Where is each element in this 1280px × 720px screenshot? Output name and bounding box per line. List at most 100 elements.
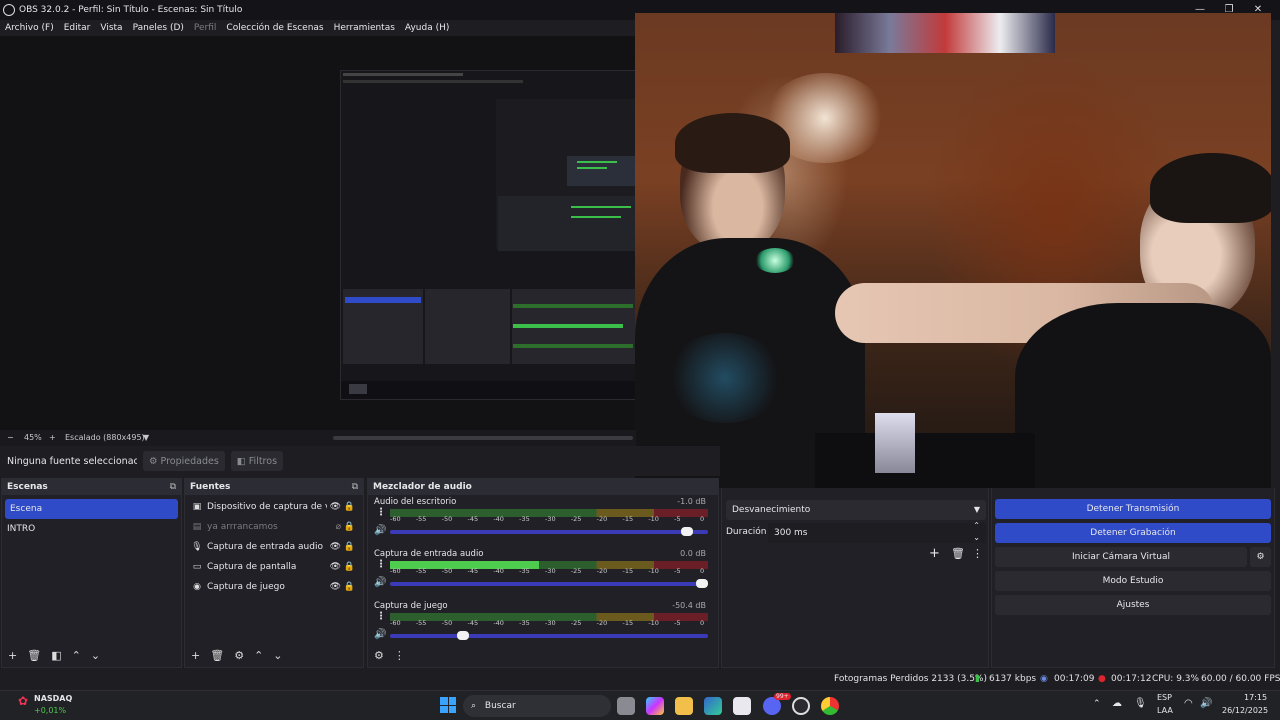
scene-item-escena[interactable]: Escena xyxy=(5,499,178,519)
camera-icon: ▣ xyxy=(192,502,202,512)
cloud-icon[interactable]: ☁ xyxy=(1112,698,1122,709)
stock-widget-icon[interactable]: ✿ xyxy=(18,694,28,708)
preview-scrollbar[interactable] xyxy=(333,436,633,440)
channel-menu-icon[interactable]: ⋮ xyxy=(376,559,386,570)
menu-coleccion-escenas[interactable]: Colección de Escenas xyxy=(221,20,328,36)
scaling-dropdown-icon[interactable]: ▼ xyxy=(143,430,149,446)
scene-item-intro[interactable]: INTRO xyxy=(2,519,181,539)
language-indicator[interactable]: ESP xyxy=(1157,693,1172,702)
stop-streaming-button[interactable]: Detener Transmisión xyxy=(995,499,1271,519)
source-item[interactable]: ▤ ya arrrancamos ⌀ 🔒 xyxy=(185,517,363,537)
speaker-icon[interactable]: 🔊 xyxy=(374,629,386,640)
meter-tick-label: -55 xyxy=(415,619,427,627)
store-icon[interactable] xyxy=(733,697,751,715)
start-virtual-camera-button[interactable]: Iniciar Cámara Virtual xyxy=(995,547,1247,567)
duration-label: Duración xyxy=(726,527,767,537)
properties-button[interactable]: ⚙ Propiedades xyxy=(143,451,225,471)
sources-title: Fuentes xyxy=(190,482,231,492)
channel-menu-icon[interactable]: ⋮ xyxy=(376,611,386,622)
lock-icon[interactable]: 🔒 xyxy=(344,582,355,592)
task-view-icon[interactable] xyxy=(617,697,635,715)
gamepad-icon: ◉ xyxy=(193,582,201,592)
source-item[interactable]: ▭ Captura de pantalla 👁 🔒 xyxy=(185,557,363,577)
volume-slider[interactable] xyxy=(390,582,708,586)
move-down-icon[interactable]: ⌄ xyxy=(91,649,100,662)
tray-overflow-icon[interactable]: ⌃ xyxy=(1093,699,1101,709)
duration-stepper-icon[interactable]: ⌃ ⌄ xyxy=(973,520,980,544)
move-up-icon[interactable]: ⌃ xyxy=(72,649,81,662)
volume-slider[interactable] xyxy=(390,530,708,534)
move-down-icon[interactable]: ⌄ xyxy=(273,649,282,662)
edge-browser-icon[interactable] xyxy=(704,697,722,715)
speaker-icon[interactable]: 🔊 xyxy=(374,525,386,536)
eye-icon[interactable]: 👁 xyxy=(330,582,341,592)
microphone-tray-icon[interactable]: 🎙 xyxy=(1134,698,1147,709)
menu-perfil[interactable]: Perfil xyxy=(189,20,222,36)
lock-icon[interactable]: 🔒 xyxy=(344,522,355,532)
studio-mode-button[interactable]: Modo Estudio xyxy=(995,571,1271,591)
meter-tick-label: -60 xyxy=(390,515,401,523)
volume-slider[interactable] xyxy=(390,634,708,638)
menu-herramientas[interactable]: Herramientas xyxy=(329,20,400,36)
ticker-name[interactable]: NASDAQ xyxy=(34,694,72,703)
volume-slider-handle[interactable] xyxy=(680,527,693,536)
volume-icon[interactable]: 🔊 xyxy=(1200,698,1212,709)
channel-name: Audio del escritorio xyxy=(374,497,457,507)
advanced-audio-icon[interactable]: ⚙ xyxy=(374,649,384,662)
duration-field[interactable]: 300 ms ⌃ ⌄ xyxy=(768,520,986,544)
eye-icon[interactable]: 👁 xyxy=(330,542,341,552)
remove-transition-icon[interactable]: 🗑 xyxy=(951,547,965,560)
channel-menu-icon[interactable]: ⋮ xyxy=(376,507,386,518)
source-settings-icon[interactable]: ⚙ xyxy=(234,649,244,662)
windows-start-icon[interactable] xyxy=(440,697,456,713)
stop-recording-button[interactable]: Detener Grabación xyxy=(995,523,1271,543)
source-item[interactable]: 🎙 Captura de entrada audio 👁 🔒 xyxy=(185,537,363,557)
menu-ayuda[interactable]: Ayuda (H) xyxy=(400,20,454,36)
speaker-icon[interactable]: 🔊 xyxy=(374,577,386,588)
scaling-label: Escalado (880x495) xyxy=(65,433,145,442)
undock-icon[interactable]: ⧉ xyxy=(352,479,358,495)
scene-filters-icon[interactable]: ◧ xyxy=(51,649,61,662)
remove-scene-icon[interactable]: 🗑 xyxy=(27,649,41,662)
zoom-in-button[interactable]: + xyxy=(49,430,56,446)
meter-tick-label: -35 xyxy=(519,567,530,575)
filters-button[interactable]: ◧ Filtros xyxy=(230,451,284,471)
chrome-icon[interactable] xyxy=(821,697,839,715)
source-item[interactable]: ▣Dispositivo de captura de vide👁🔒 xyxy=(185,497,363,517)
eye-icon[interactable]: 👁 xyxy=(330,562,341,572)
settings-button[interactable]: Ajustes xyxy=(995,595,1271,615)
mixer-channels: Audio del escritorio -1.0 dB ⋮ 🔊 -60 -55 -50 -4… xyxy=(368,495,718,651)
remove-source-icon[interactable]: 🗑 xyxy=(210,649,224,662)
volume-slider-handle[interactable] xyxy=(696,579,708,588)
volume-slider-handle[interactable] xyxy=(457,631,470,640)
transition-type-dropdown[interactable]: Desvanecimiento ▼ xyxy=(726,500,986,520)
add-source-icon[interactable]: + xyxy=(191,649,200,662)
add-scene-icon[interactable]: + xyxy=(8,649,17,662)
clock-time[interactable]: 17:15 xyxy=(1244,693,1267,702)
eye-hidden-icon[interactable]: ⌀ xyxy=(336,522,341,532)
meter-tick-label: -15 xyxy=(622,515,634,523)
undock-icon[interactable]: ⧉ xyxy=(170,479,176,495)
file-explorer-icon[interactable] xyxy=(675,697,693,715)
meter-tick-label: 0 xyxy=(700,619,705,627)
eye-icon[interactable]: 👁 xyxy=(330,502,341,512)
virtual-camera-settings-icon[interactable]: ⚙ xyxy=(1250,547,1271,567)
lock-icon[interactable]: 🔒 xyxy=(344,502,355,512)
menu-editar[interactable]: Editar xyxy=(59,20,96,36)
source-item[interactable]: ◉ Captura de juego 👁 🔒 xyxy=(185,577,363,597)
lock-icon[interactable]: 🔒 xyxy=(344,562,355,572)
transition-menu-icon[interactable]: ⋮ xyxy=(972,547,983,560)
taskbar-search[interactable]: ⌕ Buscar xyxy=(463,695,611,717)
copilot-icon[interactable] xyxy=(646,697,664,715)
obs-taskbar-icon[interactable] xyxy=(792,697,810,715)
zoom-out-button[interactable]: − xyxy=(7,430,14,446)
move-up-icon[interactable]: ⌃ xyxy=(254,649,263,662)
mixer-menu-icon[interactable]: ⋮ xyxy=(394,649,405,662)
wifi-icon[interactable]: ◠ xyxy=(1184,698,1193,709)
menu-paneles[interactable]: Paneles (D) xyxy=(128,20,189,36)
scenes-toolbar: + 🗑 ◧ ⌃ ⌄ xyxy=(2,643,181,667)
menu-archivo[interactable]: Archivo (F) xyxy=(0,20,59,36)
lock-icon[interactable]: 🔒 xyxy=(344,542,355,552)
add-transition-icon[interactable]: + xyxy=(929,546,940,561)
menu-vista[interactable]: Vista xyxy=(95,20,127,36)
